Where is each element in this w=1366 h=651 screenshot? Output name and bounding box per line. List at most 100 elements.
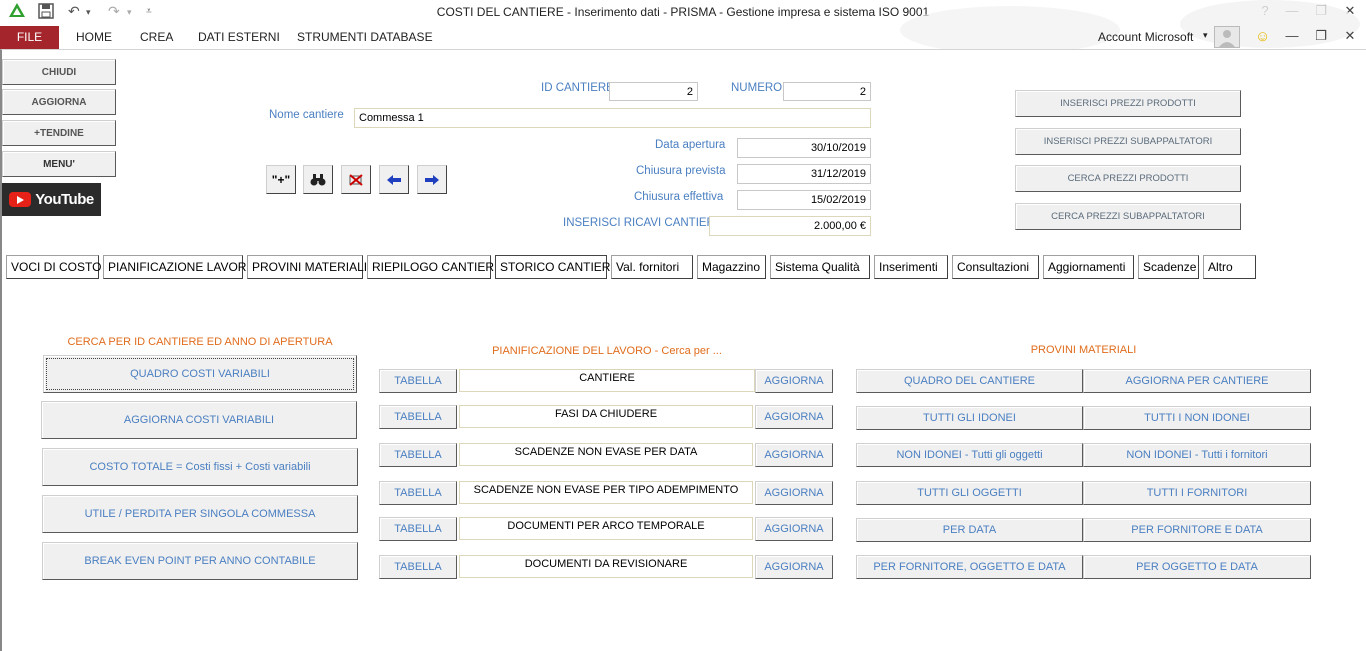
tab-riepilogo-cantiere[interactable]: RIEPILOGO CANTIERE	[367, 255, 502, 279]
previous-record-button[interactable]	[379, 165, 409, 194]
id-cantiere-label: ID CANTIERE	[541, 82, 614, 94]
nome-cantiere-field[interactable]: Commessa 1	[354, 108, 871, 128]
tutti-i-fornitori-button[interactable]: TUTTI I FORNITORI	[1083, 481, 1311, 505]
inner-close-button[interactable]: ✕	[1338, 28, 1362, 44]
tabella-button[interactable]: TABELLA	[379, 555, 457, 579]
search-record-button[interactable]	[303, 165, 333, 194]
tutti-i-non-idonei-button[interactable]: TUTTI I NON IDONEI	[1083, 406, 1311, 430]
id-cantiere-field[interactable]: 2	[609, 82, 698, 101]
arrow-left-icon	[387, 174, 401, 185]
menu-button[interactable]: MENU'	[2, 151, 116, 177]
ribbon-decoration	[900, 6, 1120, 54]
utile-perdita-button[interactable]: UTILE / PERDITA PER SINGOLA COMMESSA	[42, 495, 358, 533]
data-apertura-field[interactable]: 30/10/2019	[737, 138, 871, 158]
aggiorna-row-button[interactable]: AGGIORNA	[755, 555, 833, 579]
delete-record-button[interactable]	[341, 165, 371, 194]
aggiorna-row-button[interactable]: AGGIORNA	[755, 481, 833, 505]
aggiorna-row-button[interactable]: AGGIORNA	[755, 517, 833, 541]
aggiorna-per-cantiere-button[interactable]: AGGIORNA PER CANTIERE	[1083, 369, 1311, 393]
tab-strumenti-database[interactable]: STRUMENTI DATABASE	[297, 30, 433, 44]
nome-cantiere-label: Nome cantiere	[269, 109, 344, 121]
per-oggetto-e-data-button[interactable]: PER OGGETTO E DATA	[1083, 555, 1311, 579]
title-bar: ↶ ▾ ↷ ▾ ⩡ COSTI DEL CANTIERE - Inserimen…	[0, 0, 1366, 26]
quadro-del-cantiere-button[interactable]: QUADRO DEL CANTIERE	[856, 369, 1083, 393]
inner-minimize-button[interactable]: —	[1280, 28, 1304, 43]
tab-scadenze[interactable]: Scadenze	[1138, 255, 1199, 279]
per-fornitore-e-data-button[interactable]: PER FORNITORE E DATA	[1083, 518, 1311, 542]
chiusura-prevista-field[interactable]: 31/12/2019	[737, 164, 871, 184]
tab-crea[interactable]: CREA	[140, 30, 173, 44]
account-menu[interactable]: Account Microsoft	[1098, 30, 1193, 44]
tab-storico-cantieri[interactable]: STORICO CANTIERI	[495, 255, 614, 279]
tutti-gli-oggetti-button[interactable]: TUTTI GLI OGGETTI	[856, 481, 1083, 505]
tab-voci-di-costo[interactable]: VOCI DI COSTO	[6, 255, 101, 279]
tab-dati-esterni[interactable]: DATI ESTERNI	[198, 30, 280, 44]
aggiorna-button[interactable]: AGGIORNA	[2, 89, 116, 115]
chiudi-button[interactable]: CHIUDI	[2, 59, 116, 85]
tab-file[interactable]: FILE	[0, 26, 59, 49]
quadro-costi-variabili-button[interactable]: QUADRO COSTI VARIABILI	[43, 355, 357, 393]
tab-sistema-qualita[interactable]: Sistema Qualità	[770, 255, 870, 279]
aggiorna-row-button[interactable]: AGGIORNA	[755, 369, 833, 393]
window-title: COSTI DEL CANTIERE - Inserimento dati - …	[436, 5, 930, 19]
costo-totale-button[interactable]: COSTO TOTALE = Costi fissi + Costi varia…	[42, 448, 358, 486]
tutti-gli-idonei-button[interactable]: TUTTI GLI IDONEI	[856, 406, 1083, 430]
cerca-prezzi-subappaltatori-button[interactable]: CERCA PREZZI SUBAPPALTATORI	[1015, 203, 1241, 230]
tab-inserimenti[interactable]: Inserimenti	[874, 255, 948, 279]
youtube-button[interactable]: YouTube	[2, 183, 101, 216]
chiusura-effettiva-label: Chiusura effettiva	[634, 191, 724, 203]
new-record-button[interactable]: "+"	[266, 165, 296, 194]
tab-provini-materiali[interactable]: PROVINI MATERIALI	[247, 255, 367, 279]
fasi-da-chiudere-label: FASI DA CHIUDERE	[459, 405, 753, 428]
data-apertura-label: Data apertura	[655, 139, 726, 151]
inserisci-prezzi-prodotti-button[interactable]: INSERISCI PREZZI PRODOTTI	[1015, 90, 1241, 117]
ribbon: FILE HOME CREA DATI ESTERNI STRUMENTI DA…	[0, 0, 1366, 54]
delete-record-icon	[349, 173, 363, 186]
tab-aggiornamenti[interactable]: Aggiornamenti	[1043, 255, 1134, 279]
pianificazione-title: PIANIFICAZIONE DEL LAVORO - Cerca per ..…	[492, 345, 722, 357]
tendine-button[interactable]: +TENDINE	[2, 120, 116, 146]
tabella-button[interactable]: TABELLA	[379, 405, 457, 429]
tabella-button[interactable]: TABELLA	[379, 443, 457, 467]
ricavi-cantiere-label: INSERISCI RICAVI CANTIERE	[563, 217, 723, 229]
tabella-button[interactable]: TABELLA	[379, 369, 457, 393]
non-idonei-oggetti-button[interactable]: NON IDONEI - Tutti gli oggetti	[856, 443, 1083, 467]
tab-home[interactable]: HOME	[76, 30, 112, 44]
documenti-da-revisionare-label: DOCUMENTI DA REVISIONARE	[459, 555, 753, 578]
ricavi-cantiere-field[interactable]: 2.000,00 €	[709, 216, 871, 236]
non-idonei-fornitori-button[interactable]: NON IDONEI - Tutti i fornitori	[1083, 443, 1311, 467]
numero-label: NUMERO	[731, 82, 783, 94]
arrow-right-icon	[425, 174, 439, 185]
youtube-label: YouTube	[35, 191, 94, 208]
provini-materiali-title: PROVINI MATERIALI	[1030, 344, 1137, 356]
numero-field[interactable]: 2	[783, 82, 871, 101]
aggiorna-row-button[interactable]: AGGIORNA	[755, 405, 833, 429]
next-record-button[interactable]	[417, 165, 447, 194]
cerca-prezzi-prodotti-button[interactable]: CERCA PREZZI PRODOTTI	[1015, 165, 1241, 192]
break-even-point-button[interactable]: BREAK EVEN POINT PER ANNO CONTABILE	[42, 542, 358, 580]
scadenze-per-tipo-label: SCADENZE NON EVASE PER TIPO ADEMPIMENTO	[459, 481, 753, 504]
per-data-button[interactable]: PER DATA	[856, 518, 1083, 542]
tabella-button[interactable]: TABELLA	[379, 481, 457, 505]
tabella-button[interactable]: TABELLA	[379, 517, 457, 541]
tab-magazzino[interactable]: Magazzino	[697, 255, 766, 279]
per-fornitore-oggetto-data-button[interactable]: PER FORNITORE, OGGETTO E DATA	[856, 555, 1083, 579]
inner-restore-button[interactable]: ❐	[1309, 28, 1333, 44]
tab-val-fornitori[interactable]: Val. fornitori	[611, 255, 693, 279]
cerca-per-id-title: CERCA PER ID CANTIERE ED ANNO DI APERTUR…	[67, 336, 333, 348]
aggiorna-row-button[interactable]: AGGIORNA	[755, 443, 833, 467]
youtube-play-icon	[9, 192, 32, 207]
tab-consultazioni[interactable]: Consultazioni	[952, 255, 1039, 279]
tab-altro[interactable]: Altro	[1203, 255, 1256, 279]
chiusura-prevista-label: Chiusura prevista	[636, 165, 726, 177]
aggiorna-costi-variabili-button[interactable]: AGGIORNA COSTI VARIABILI	[41, 401, 357, 439]
cantiere-label: CANTIERE	[459, 369, 755, 392]
account-dropdown-icon[interactable]: ▾	[1203, 30, 1208, 41]
chiusura-effettiva-field[interactable]: 15/02/2019	[737, 190, 871, 210]
avatar[interactable]	[1214, 26, 1240, 48]
smiley-feedback-icon[interactable]: ☺	[1255, 28, 1270, 45]
documenti-arco-temporale-label: DOCUMENTI PER ARCO TEMPORALE	[459, 517, 753, 540]
inserisci-prezzi-subappaltatori-button[interactable]: INSERISCI PREZZI SUBAPPALTATORI	[1015, 128, 1241, 155]
tab-pianificazione-lavori[interactable]: PIANIFICAZIONE LAVORI	[103, 255, 250, 279]
scadenze-per-data-label: SCADENZE NON EVASE PER DATA	[459, 443, 753, 466]
